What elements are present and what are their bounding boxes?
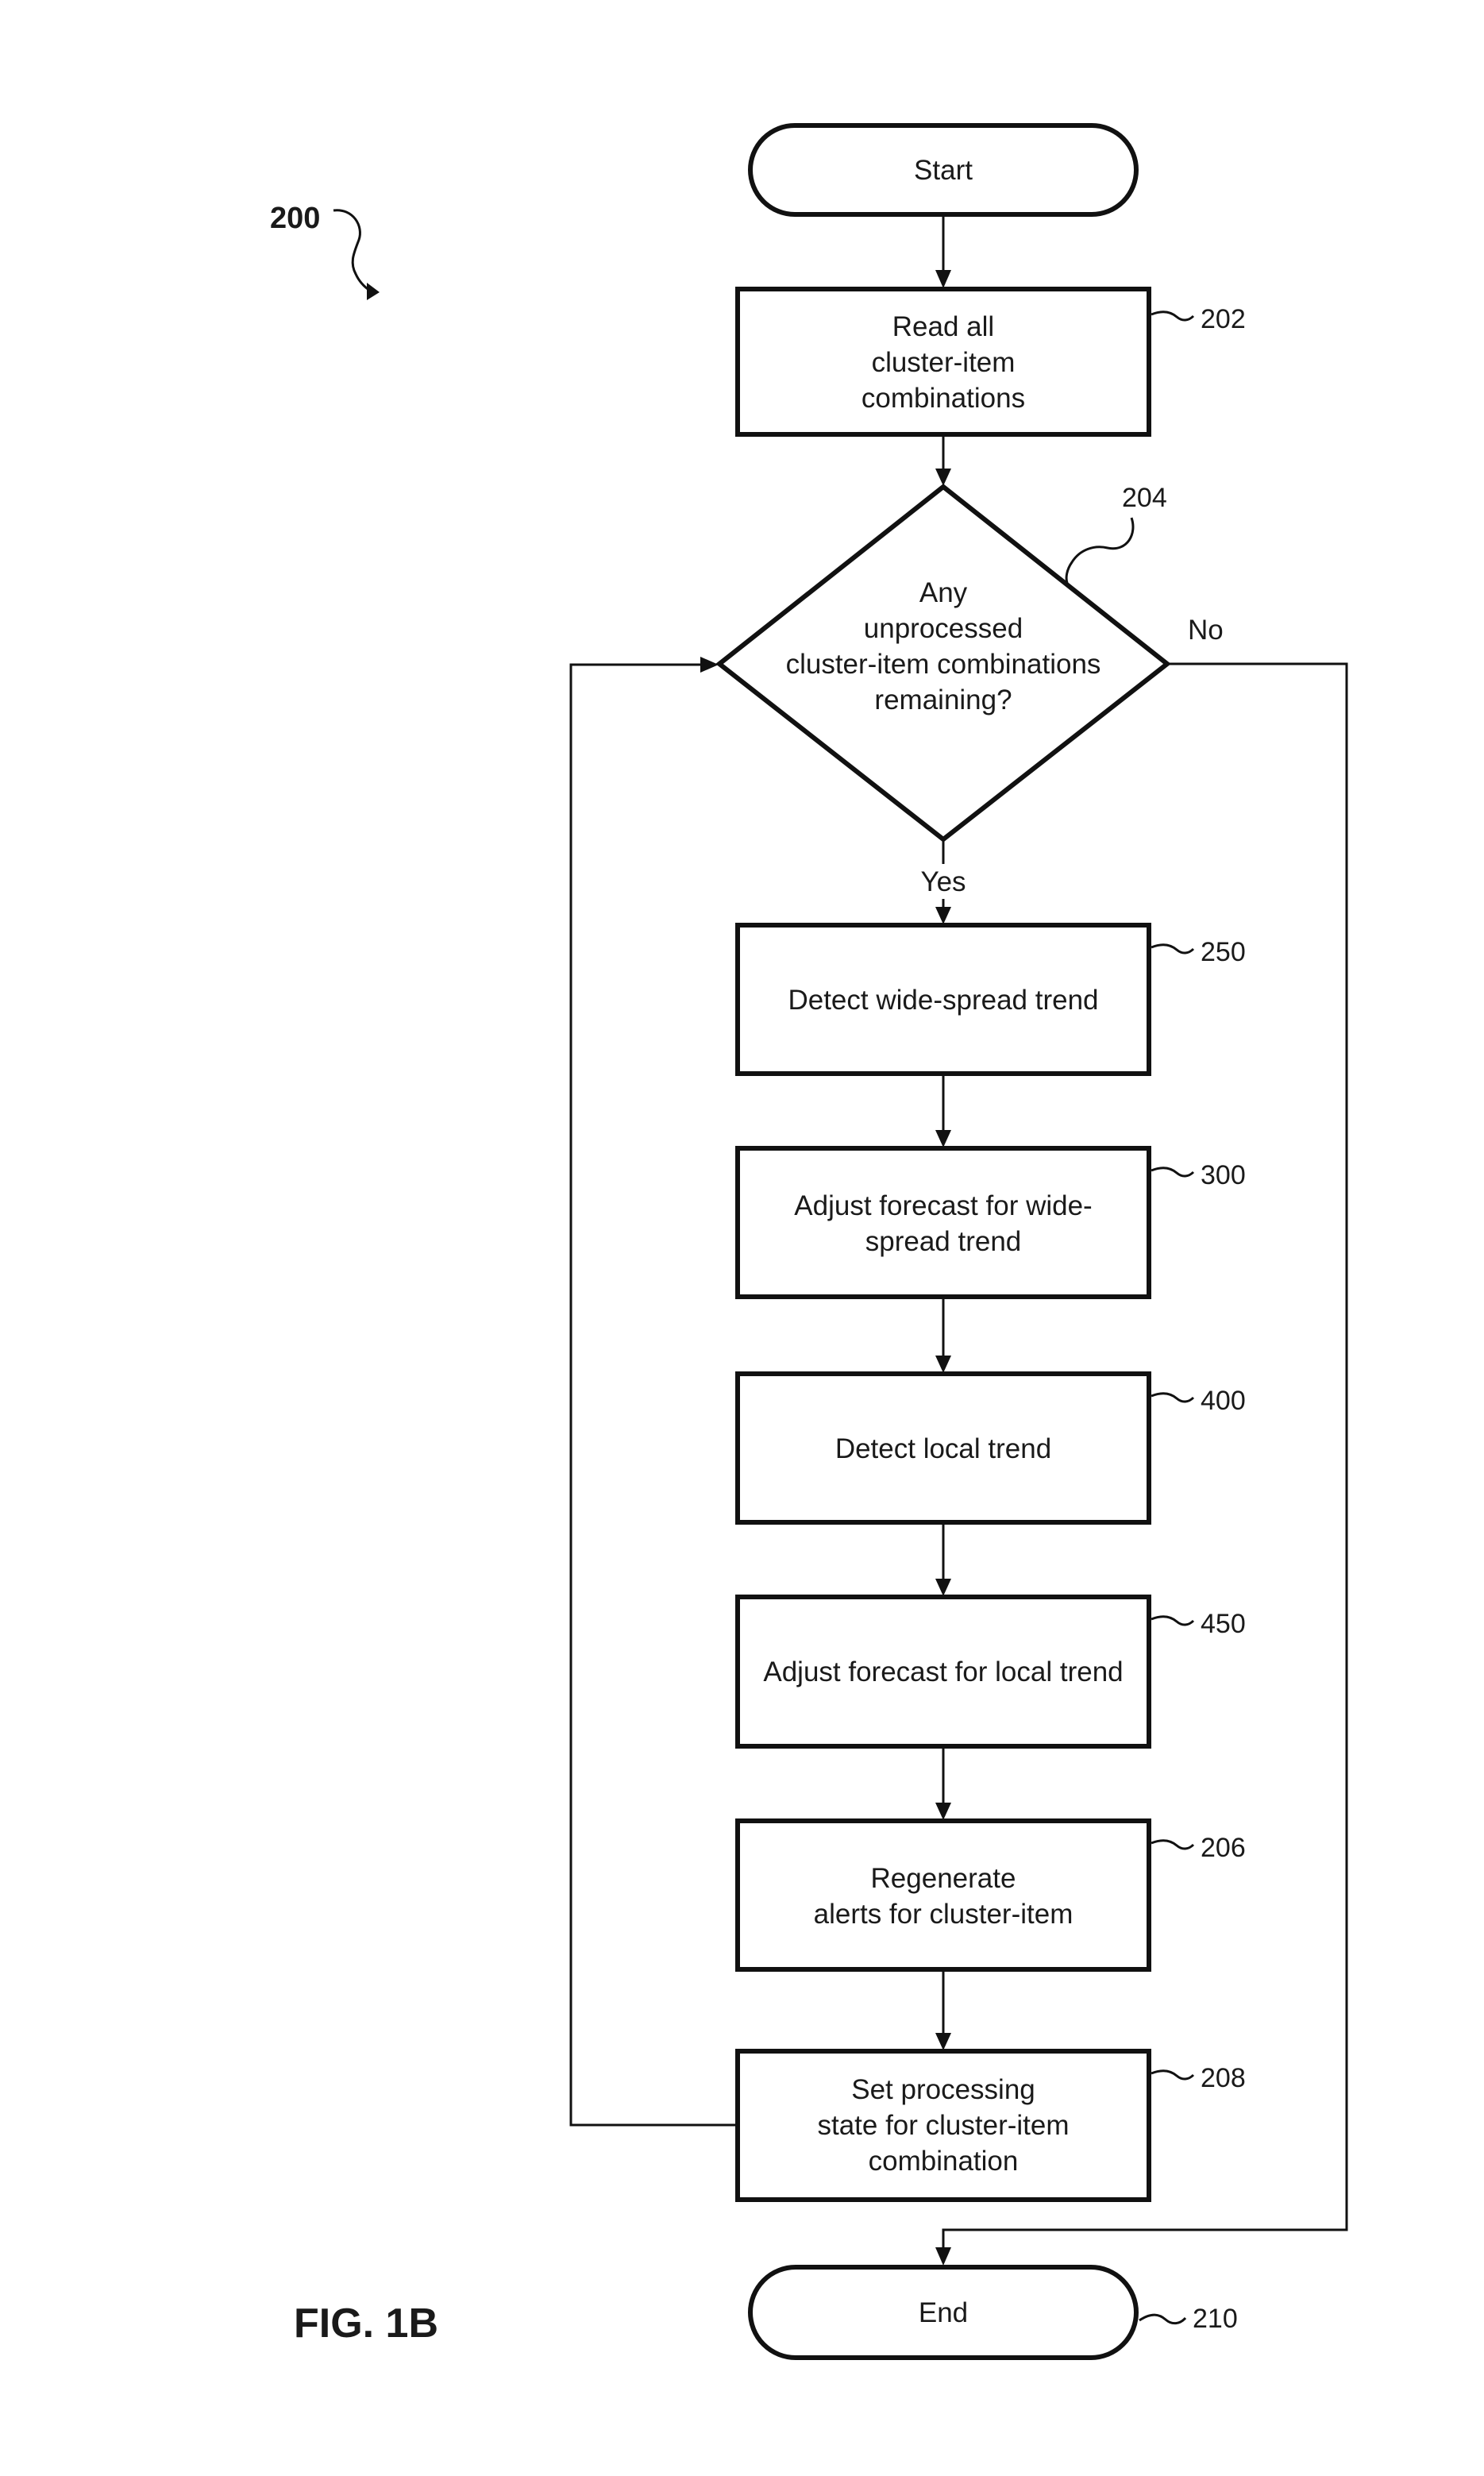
branch-label-yes: Yes [920, 866, 966, 897]
process-202-line-1: Read all [892, 311, 994, 342]
process-208-line-2: state for cluster-item [817, 2110, 1069, 2141]
start-node: Start [748, 123, 1139, 217]
process-208: Set processing state for cluster-item co… [735, 2049, 1246, 2202]
process-250: Detect wide-spread trend 250 [735, 923, 1246, 1076]
process-202-line-3: combinations [861, 383, 1025, 414]
process-206-line-1: Regenerate [871, 1863, 1016, 1894]
branch-label-no: No [1188, 615, 1224, 646]
process-400-line-1: Detect local trend [835, 1433, 1051, 1464]
figure-pointer-arrowhead [367, 283, 380, 300]
arrowhead-yes-250 [935, 907, 951, 924]
process-450: Adjust forecast for local trend 450 [735, 1595, 1246, 1749]
ref-number-208: 208 [1201, 2063, 1246, 2093]
decision-204-line-2: unprocessed [864, 613, 1023, 644]
arrowhead-202-204 [935, 469, 951, 486]
ref-number-210: 210 [1193, 2304, 1238, 2334]
flowchart: 200 Start Read all cluster-item combinat… [270, 123, 1348, 2360]
end-label: End [919, 2297, 968, 2328]
arrowhead-450-206 [935, 1803, 951, 1820]
decision-204-line-4: remaining? [874, 685, 1012, 715]
ref-leader-450 [1151, 1615, 1195, 1626]
ref-leader-202 [1151, 310, 1195, 322]
process-202: Read all cluster-item combinations 202 [735, 287, 1246, 437]
process-300: Adjust forecast for wide- spread trend 3… [735, 1146, 1246, 1299]
decision-204: Any unprocessed cluster-item combination… [715, 483, 1171, 843]
arrowhead-no-end [935, 2247, 951, 2266]
ref-number-400: 400 [1201, 1386, 1246, 1416]
process-box-300 [735, 1146, 1151, 1299]
process-450-line-1: Adjust forecast for local trend [763, 1656, 1123, 1687]
ref-leader-250 [1151, 943, 1195, 955]
arrowhead-206-208 [935, 2033, 951, 2050]
ref-leader-210 [1139, 2313, 1187, 2325]
ref-leader-400 [1151, 1392, 1195, 1403]
arrowhead-250-300 [935, 1130, 951, 1147]
arrowhead-300-400 [935, 1356, 951, 1373]
decision-204-line-1: Any [919, 577, 968, 608]
process-250-line-1: Detect wide-spread trend [788, 985, 1098, 1016]
process-208-line-3: combination [869, 2146, 1019, 2177]
ref-leader-208 [1151, 2069, 1195, 2081]
arrowhead-400-450 [935, 1579, 951, 1596]
ref-number-300: 300 [1201, 1160, 1246, 1190]
process-box-206 [735, 1818, 1151, 1972]
figure-label: FIG. 1B [294, 2301, 438, 2347]
process-206: Regenerate alerts for cluster-item 206 [735, 1818, 1246, 1972]
figure-pointer-arrow [333, 209, 371, 292]
process-300-line-1: Adjust forecast for wide- [794, 1190, 1092, 1221]
ref-leader-300 [1151, 1167, 1195, 1178]
ref-leader-204 [1065, 517, 1135, 584]
process-400: Detect local trend 400 [735, 1371, 1246, 1525]
end-node: End 210 [748, 2265, 1238, 2360]
figure-number: 200 [270, 202, 320, 235]
process-208-line-1: Set processing [851, 2074, 1035, 2105]
process-202-line-2: cluster-item [872, 347, 1016, 378]
ref-leader-206 [1151, 1839, 1195, 1850]
ref-number-202: 202 [1201, 304, 1246, 334]
arrowhead-start-202 [935, 270, 951, 288]
arrowhead-loop-204 [700, 657, 719, 673]
ref-number-204: 204 [1122, 483, 1167, 513]
ref-number-250: 250 [1201, 937, 1246, 967]
start-label: Start [914, 155, 973, 186]
ref-number-206: 206 [1201, 1833, 1246, 1863]
process-206-line-2: alerts for cluster-item [814, 1899, 1073, 1930]
connector-loop-208-204 [569, 663, 738, 2127]
process-300-line-2: spread trend [865, 1226, 1022, 1257]
decision-204-line-3: cluster-item combinations [786, 649, 1101, 680]
ref-number-450: 450 [1201, 1609, 1246, 1639]
